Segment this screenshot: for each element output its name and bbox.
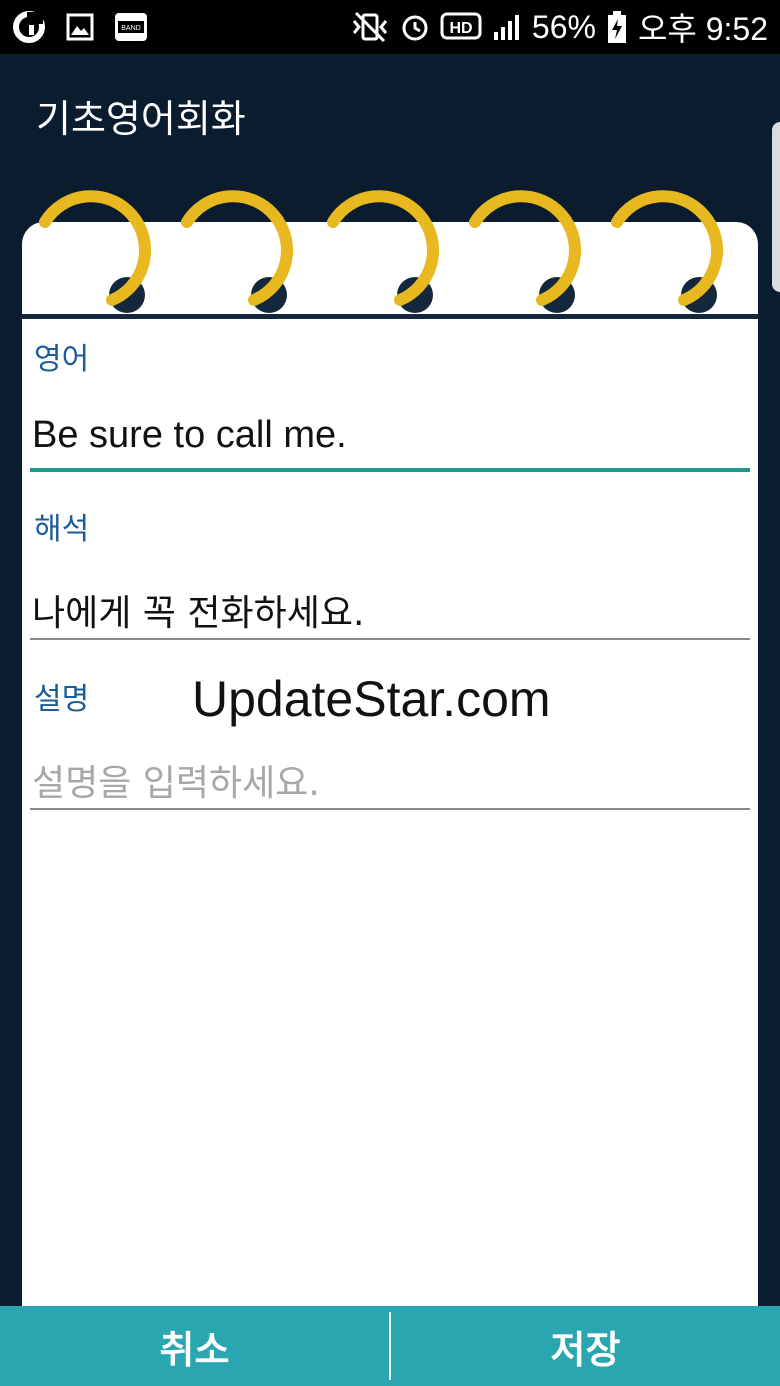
translation-input[interactable]: 나에게 꼭 전화하세요. [32,584,748,636]
form-area: 영어 Be sure to call me. 해석 나에게 꼭 전화하세요. 설… [22,222,758,1306]
cancel-button[interactable]: 취소 [0,1306,389,1386]
save-button[interactable]: 저장 [391,1306,780,1386]
description-underline [30,808,750,810]
english-label: 영어 [34,342,90,377]
watermark: UpdateStar.com [192,671,551,727]
bottom-action-bar: 취소 저장 [0,1306,780,1386]
translation-underline [30,638,750,640]
english-input[interactable]: Be sure to call me. [32,414,748,457]
description-label: 설명 [34,682,90,717]
english-underline [30,468,750,472]
translation-label: 해석 [34,512,90,547]
description-input[interactable]: 설명을 입력하세요. [32,754,748,806]
